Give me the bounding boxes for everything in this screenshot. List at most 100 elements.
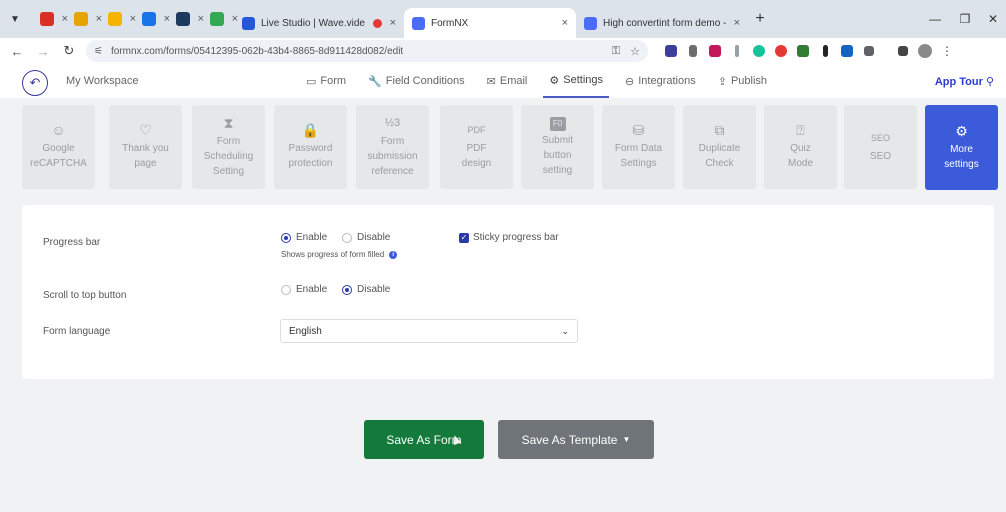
- forward-arrow-icon[interactable]: →: [30, 44, 56, 59]
- card-google-recaptcha[interactable]: ☺ Google reCAPTCHA: [22, 105, 95, 189]
- info-icon[interactable]: i: [389, 250, 398, 259]
- extension-save-icon[interactable]: [836, 40, 858, 62]
- save-as-form-button[interactable]: Save As Form: [364, 420, 484, 459]
- browser-tab-s-app[interactable]: ×: [166, 0, 204, 38]
- close-icon[interactable]: ×: [734, 17, 740, 29]
- site-info-icon[interactable]: ⚟: [94, 46, 103, 57]
- browser-tab-form-demo[interactable]: High convertint form demo - Fo ×: [576, 8, 748, 38]
- card-label: setting: [542, 164, 573, 176]
- extension-flag-icon[interactable]: [682, 40, 704, 62]
- card-pdf-design[interactable]: PDF PDF design: [440, 105, 513, 189]
- chevron-down-icon: ⌄: [561, 325, 569, 336]
- extensions-puzzle-icon[interactable]: [858, 40, 880, 62]
- extension-grammarly-icon[interactable]: [748, 40, 770, 62]
- card-form-submission-reference[interactable]: ½3 Form submission reference: [356, 105, 429, 189]
- browser-tab-brush[interactable]: ×: [200, 0, 238, 38]
- tab-title: High convertint form demo - Fo: [603, 17, 726, 29]
- card-password-protection[interactable]: 🔒 Password protection: [274, 105, 347, 189]
- card-label: Thank you: [122, 143, 169, 154]
- scroll-top-disable-radio[interactable]: Disable: [342, 284, 390, 295]
- browser-tab-wave-video[interactable]: Live Studio | Wave.video ×: [234, 8, 404, 38]
- card-form-scheduling[interactable]: ⧗ Form Scheduling Setting: [192, 105, 265, 189]
- card-thank-you-page[interactable]: ♡ Thank you page: [109, 105, 182, 189]
- browser-tab-folder[interactable]: ×: [98, 0, 136, 38]
- password-key-icon[interactable]: ⚿: [612, 45, 620, 58]
- button-label: Save As Template: [521, 432, 618, 447]
- progress-bar-disable-radio[interactable]: Disable: [342, 232, 390, 243]
- sticky-progress-bar-checkbox[interactable]: ✓ Sticky progress bar: [459, 232, 559, 243]
- workspace-link[interactable]: My Workspace: [66, 75, 139, 87]
- progress-bar-hint: Shows progress of form filled i: [281, 250, 398, 259]
- tab-search-chevron-icon[interactable]: ▼: [0, 14, 30, 25]
- browser-tab-strip: ▼ × × × × × × Live Studio | Wave.video ×…: [0, 0, 1006, 38]
- card-seo[interactable]: SEO SEO: [844, 105, 917, 189]
- extension-eyedropper-icon[interactable]: [814, 40, 836, 62]
- tab-publish[interactable]: ⇪ Publish: [712, 64, 773, 98]
- card-quiz-mode[interactable]: ⍰ Quiz Mode: [764, 105, 837, 189]
- restore-button[interactable]: ❐: [950, 0, 980, 38]
- extension-calendar-icon[interactable]: [660, 40, 682, 62]
- radio-label: Disable: [357, 232, 391, 243]
- radio-label: Enable: [296, 232, 328, 243]
- more-settings-panel: Progress bar Enable Disable Shows progre…: [22, 205, 994, 379]
- lock-icon: 🔒: [301, 122, 320, 138]
- settings-cards: ☺ Google reCAPTCHA ♡ Thank you page ⧗ Fo…: [22, 105, 1002, 191]
- radio-label: Enable: [296, 284, 328, 295]
- profile-avatar[interactable]: [914, 40, 936, 62]
- back-icon[interactable]: ↶: [22, 70, 48, 96]
- wave-video-icon: [242, 16, 255, 30]
- form-language-select[interactable]: English ⌄: [280, 319, 578, 343]
- card-label: Duplicate: [698, 143, 741, 154]
- browser-menu-icon[interactable]: ⋮: [936, 40, 958, 62]
- card-label: Setting: [212, 165, 245, 177]
- card-label: Mode: [787, 158, 813, 169]
- address-bar[interactable]: ⚟ formnx.com/forms/05412395-062b-43b4-88…: [86, 40, 648, 62]
- browser-tab-formnx[interactable]: FormNX ×: [404, 8, 576, 38]
- new-tab-button[interactable]: +: [748, 10, 772, 28]
- tab-settings[interactable]: ⚙ Settings: [543, 64, 610, 98]
- checkbox-label: Sticky progress bar: [473, 232, 559, 243]
- tab-label: Form: [320, 75, 347, 87]
- progress-bar-enable-radio[interactable]: Enable: [281, 232, 327, 243]
- browser-tab-arrow-app[interactable]: ×: [132, 0, 170, 38]
- close-icon[interactable]: ×: [390, 17, 396, 29]
- pen-icon: [74, 12, 88, 26]
- bookmark-star-icon[interactable]: ☆: [630, 45, 640, 58]
- tab-field-conditions[interactable]: 🔧 Field Conditions: [362, 64, 471, 98]
- save-as-template-button[interactable]: Save As Template ▼: [498, 420, 654, 459]
- tab-title: FormNX: [431, 17, 469, 29]
- radio-label: Disable: [357, 284, 391, 295]
- card-form-data-settings[interactable]: ⛁ Form Data Settings: [602, 105, 675, 189]
- scroll-top-enable-radio[interactable]: Enable: [281, 284, 327, 295]
- back-arrow-icon[interactable]: ←: [4, 44, 30, 59]
- window-close-button[interactable]: ✕: [978, 0, 1006, 38]
- card-label: Submit: [541, 134, 574, 146]
- browser-tab-gmail[interactable]: ×: [30, 0, 68, 38]
- app-tour-label: App Tour: [934, 76, 983, 88]
- formnx-icon: [584, 16, 597, 30]
- card-label: reCAPTCHA: [30, 158, 87, 169]
- side-panel-icon[interactable]: [892, 40, 914, 62]
- card-more-settings[interactable]: ⚙ More settings: [925, 105, 998, 190]
- tab-form[interactable]: ▭ Form: [300, 64, 352, 98]
- extension-green-icon[interactable]: [792, 40, 814, 62]
- card-submit-button-setting[interactable]: F0 Submit button setting: [521, 105, 594, 189]
- hint-text: Shows progress of form filled: [281, 250, 385, 259]
- share-icon: ⇪: [717, 75, 727, 88]
- extension-s-icon[interactable]: [770, 40, 792, 62]
- minimize-button[interactable]: —: [920, 0, 950, 38]
- close-icon[interactable]: ×: [562, 17, 568, 29]
- extension-pen-icon[interactable]: [726, 40, 748, 62]
- card-duplicate-check[interactable]: ⧉ Duplicate Check: [683, 105, 756, 189]
- tab-email[interactable]: ✉ Email: [481, 64, 534, 98]
- reload-icon[interactable]: ↻: [56, 43, 82, 59]
- submit-icon: F0: [549, 116, 566, 131]
- tab-integrations[interactable]: ⊖ Integrations: [619, 64, 702, 98]
- tab-label: Integrations: [638, 75, 696, 87]
- folder-icon: [108, 12, 122, 26]
- browser-toolbar: ← → ↻ ⚟ formnx.com/forms/05412395-062b-4…: [0, 38, 1006, 64]
- browser-tab-pen[interactable]: ×: [64, 0, 102, 38]
- extension-color-icon[interactable]: [704, 40, 726, 62]
- app-tour-link[interactable]: App Tour ⚲: [935, 75, 994, 88]
- radio-unselected-icon: [281, 284, 291, 295]
